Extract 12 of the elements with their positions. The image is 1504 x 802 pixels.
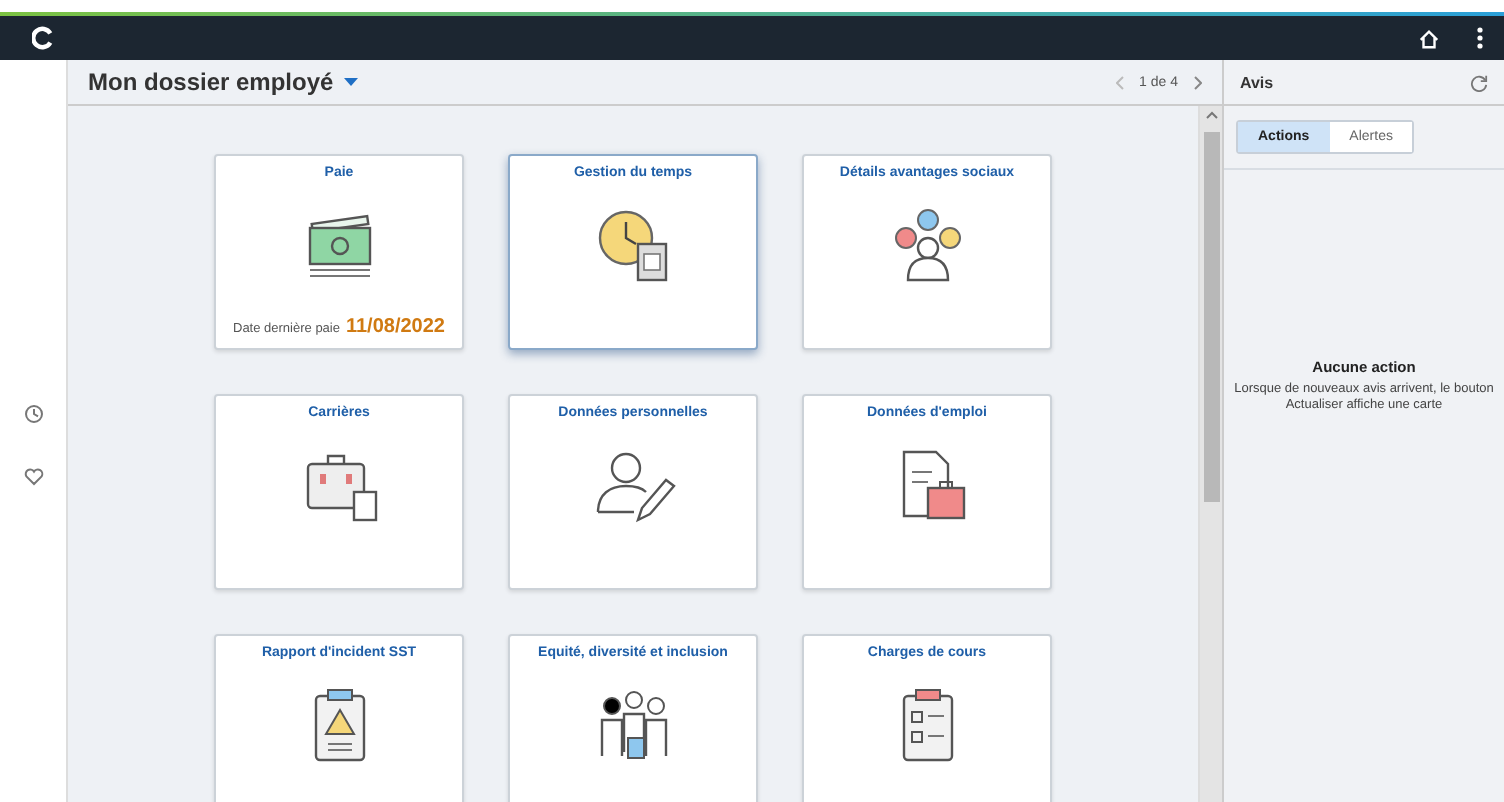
history-clock-icon[interactable]: [23, 404, 43, 424]
logo-icon[interactable]: [32, 26, 54, 50]
favorite-heart-icon[interactable]: [23, 468, 43, 486]
page-title[interactable]: Mon dossier employé: [88, 68, 334, 96]
dropdown-caret-icon[interactable]: [343, 77, 358, 87]
panel-title: Avis: [1240, 73, 1274, 91]
more-options-icon[interactable]: [1476, 26, 1484, 50]
next-chevron-icon[interactable]: [1194, 75, 1202, 89]
refresh-icon[interactable]: [1470, 73, 1488, 91]
scrollbar-thumb[interactable]: [1203, 132, 1219, 502]
home-icon[interactable]: [1418, 27, 1440, 49]
detail-value: 11/08/2022: [345, 316, 445, 338]
